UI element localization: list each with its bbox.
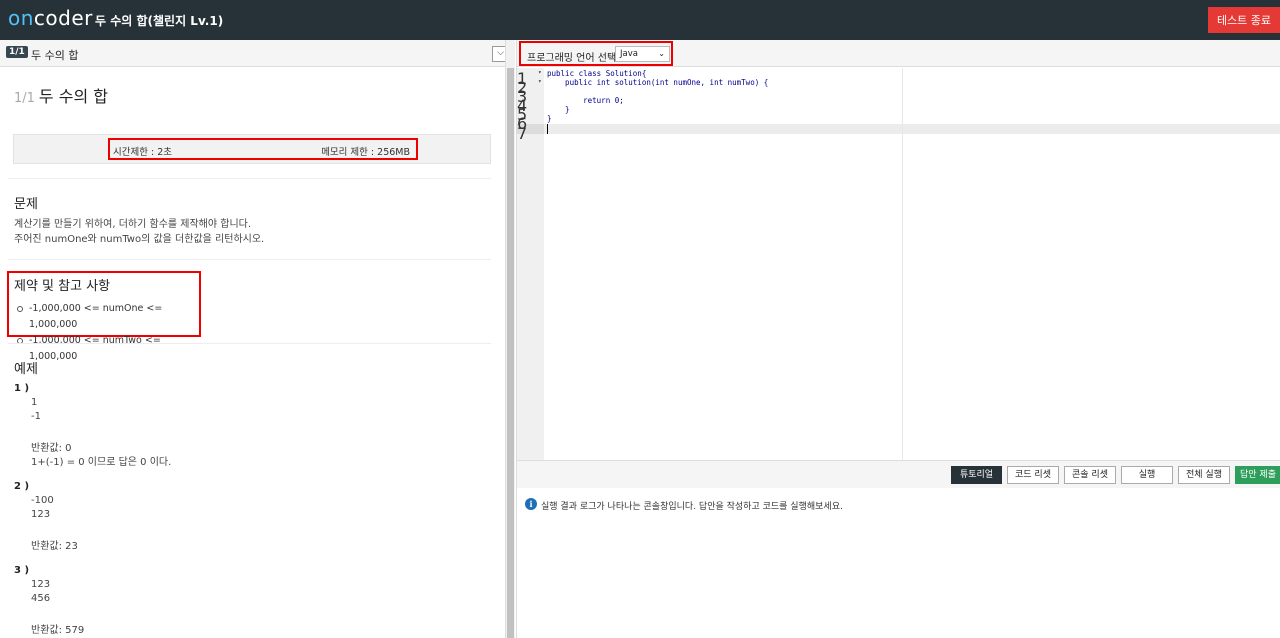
example-number: 3 ): [14, 565, 30, 576]
problem-title: 두 수의 합: [38, 87, 108, 106]
code-line: }: [547, 105, 570, 114]
time-limit: 시간제한 : 2초: [113, 147, 172, 158]
chevron-down-icon: ⌄: [658, 49, 665, 58]
top-bar: oncoder 두 수의 합(챌린지 Lv.1) 테스트 종료: [0, 0, 1280, 40]
fold-arrow-icon[interactable]: ▾: [538, 69, 542, 76]
constraint-item: -1,000,000 <= numTwo <= 1,000,000: [17, 333, 199, 365]
page-title: 두 수의 합(챌린지 Lv.1): [95, 14, 224, 28]
constraints-section: 제약 및 참고 사항 -1,000,000 <= numOne <= 1,000…: [7, 271, 201, 362]
language-highlight: 프로그래밍 언어 선택 Java ⌄: [519, 41, 673, 66]
example-line: -100: [31, 495, 54, 506]
editor-panel: 프로그래밍 언어 선택 Java ⌄ 1 2 3 4 5 6 7 ▾ ▾ pub…: [516, 40, 1280, 638]
example-line: 반환값: 0: [31, 443, 72, 454]
language-bar: 프로그래밍 언어 선택 Java ⌄: [517, 40, 1280, 67]
submit-button[interactable]: 답안 제출: [1235, 466, 1280, 484]
code-line: public class Solution{: [547, 69, 647, 78]
problem-panel: 1/1 두 수의 합 ⌵ 1/1 두 수의 합 시간제한 : 2초 메모리 제한 …: [0, 40, 505, 638]
code-editor[interactable]: 1 2 3 4 5 6 7 ▾ ▾ public class Solution{…: [517, 68, 1280, 460]
scrollbar-thumb[interactable]: [507, 68, 514, 638]
code-line: public int solution(int numOne, int numT…: [547, 78, 769, 87]
problem-text-1: 계산기를 만들기 위하여, 더하기 함수를 제작해야 합니다.: [14, 219, 252, 230]
console-reset-button[interactable]: 콘솔 리셋: [1064, 466, 1116, 484]
language-select[interactable]: Java ⌄: [615, 46, 670, 62]
fold-arrow-icon[interactable]: ▾: [538, 78, 542, 85]
logo-on-text: on: [8, 6, 34, 30]
divider: [8, 259, 491, 260]
divider: [8, 178, 491, 179]
problem-count-badge: 1/1: [6, 46, 28, 58]
chevron-down-icon[interactable]: ⌵: [492, 46, 505, 62]
problem-heading: 1/1 두 수의 합: [14, 83, 108, 107]
limits-bar: 시간제한 : 2초 메모리 제한 : 256MB: [13, 134, 491, 164]
example-number: 1 ): [14, 383, 30, 394]
example-line: 1+(-1) = 0 이므로 답은 0 이다.: [31, 457, 172, 468]
constraint-item: -1,000,000 <= numOne <= 1,000,000: [17, 301, 199, 333]
divider: [8, 343, 491, 344]
problem-header-title: 두 수의 합: [31, 49, 79, 62]
code-line: return 0;: [547, 96, 624, 105]
code-line: }: [547, 114, 552, 123]
language-selected: Java: [620, 49, 638, 59]
info-icon: i: [525, 498, 537, 510]
example-number: 2 ): [14, 481, 30, 492]
text-cursor: [547, 124, 548, 134]
example-line: 123: [31, 579, 51, 590]
memory-limit: 메모리 제한 : 256MB: [321, 147, 410, 158]
example-line: 반환값: 23: [31, 541, 78, 552]
limits-highlight: 시간제한 : 2초 메모리 제한 : 256MB: [108, 138, 418, 160]
console-output: i 실행 결과 로그가 나타나는 콘솔창입니다. 답안을 작성하고 코드를 실행…: [517, 488, 1280, 638]
end-test-button[interactable]: 테스트 종료: [1208, 7, 1280, 33]
example-line: 반환값: 579: [31, 625, 85, 636]
tutorial-button[interactable]: 튜토리얼: [951, 466, 1002, 484]
code-reset-button[interactable]: 코드 리셋: [1007, 466, 1059, 484]
example-line: 456: [31, 593, 51, 604]
line-number: 7: [517, 124, 528, 143]
example-line: -1: [31, 411, 41, 422]
constraints-title: 제약 및 참고 사항: [14, 279, 111, 294]
problem-number: 1/1: [14, 91, 35, 106]
problem-panel-header: 1/1 두 수의 합 ⌵: [0, 40, 505, 67]
oncoder-logo[interactable]: oncoder: [8, 6, 93, 30]
console-message: 실행 결과 로그가 나타나는 콘솔창입니다. 답안을 작성하고 코드를 실행해보…: [541, 502, 843, 512]
logo-coder-text: coder: [33, 6, 93, 30]
active-line: [544, 124, 1280, 134]
example-line: 1: [31, 397, 38, 408]
examples-title: 예제: [14, 362, 38, 377]
problem-section-title: 문제: [14, 197, 38, 212]
run-all-button[interactable]: 전체 실행: [1178, 466, 1230, 484]
problem-text-2: 주어진 numOne와 numTwo의 값을 더한값을 리턴하시오.: [14, 234, 265, 245]
print-margin: [902, 68, 903, 460]
example-line: 123: [31, 509, 51, 520]
run-button[interactable]: 실행: [1121, 466, 1173, 484]
action-bar: 튜토리얼 코드 리셋 콘솔 리셋 실행 전체 실행 답안 제출: [517, 460, 1280, 488]
language-label: 프로그래밍 언어 선택: [527, 53, 617, 64]
problem-scrollbar[interactable]: [505, 40, 515, 638]
constraints-list: -1,000,000 <= numOne <= 1,000,000 -1,000…: [17, 301, 199, 365]
